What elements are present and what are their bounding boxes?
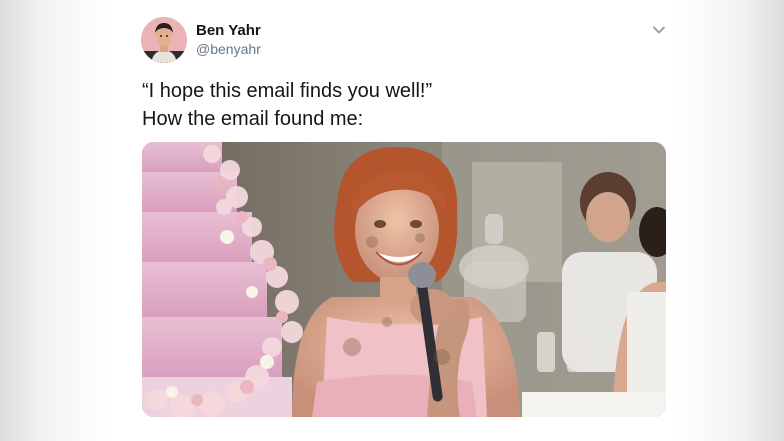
display-name[interactable]: Ben Yahr [196, 22, 261, 39]
tweet-text-line: How the email found me: [142, 108, 364, 130]
avatar-photo-icon [141, 17, 187, 63]
tweet-text-line: “I hope this email finds you well!” [142, 80, 433, 102]
avatar[interactable] [141, 17, 187, 63]
meme-photo-icon [142, 142, 666, 417]
chevron-down-icon [653, 26, 665, 34]
user-handle[interactable]: @benyahr [196, 41, 261, 57]
tweet-media-photo[interactable] [142, 142, 666, 417]
tweet-menu-button[interactable] [651, 22, 667, 38]
